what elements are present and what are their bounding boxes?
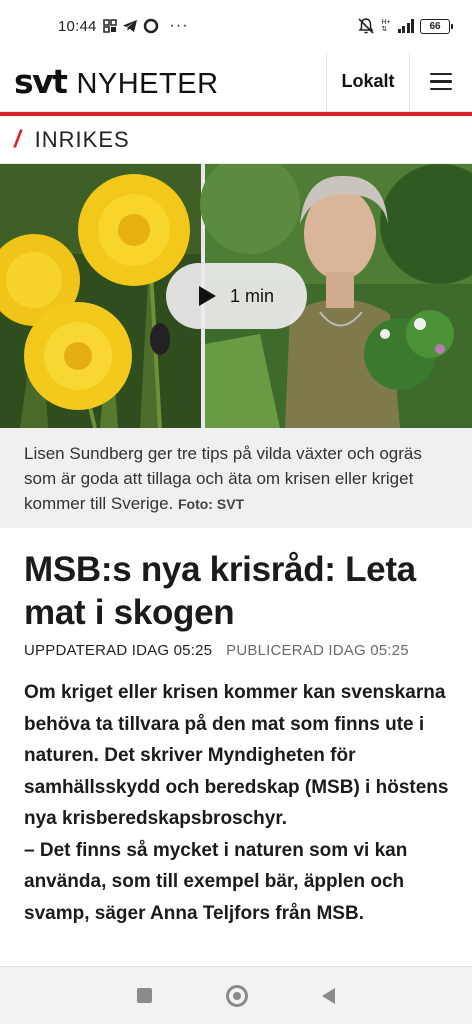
published-timestamp: PUBLICERAD IDAG 05:25 — [226, 642, 409, 659]
status-time: 10:44 — [58, 17, 97, 35]
system-nav-bar — [0, 966, 472, 1024]
logo-section: NYHETER — [76, 68, 219, 100]
dandelion-flower-3 — [24, 302, 132, 410]
battery-icon: 66 — [420, 18, 453, 34]
square-nav-icon[interactable] — [137, 988, 152, 1003]
mute-bell-icon — [358, 18, 374, 34]
more-dots-icon: ··· — [169, 17, 189, 34]
photo-credit: Foto: SVT — [177, 496, 245, 512]
lead-quote: – Det finns så mycket i naturen som vi k… — [24, 839, 408, 924]
dandelion-flower-1 — [78, 174, 190, 286]
image-caption: Lisen Sundberg ger tre tips på vilda väx… — [0, 428, 472, 528]
signal-icon — [397, 19, 414, 33]
article-headline: MSB:s nya krisråd: Leta mat i skogen — [24, 550, 416, 632]
svt-nyheter-logo[interactable]: svt NYHETER — [0, 62, 326, 101]
status-bar: 10:44 ··· H+ ⇅ 66 — [0, 0, 472, 52]
updated-timestamp: UPPDATERAD IDAG 05:25 — [24, 642, 213, 659]
telegram-icon — [122, 20, 137, 32]
play-video-button[interactable]: 1 min — [166, 263, 307, 329]
site-header: svt NYHETER Lokalt — [0, 51, 472, 112]
article-meta: UPPDATERAD IDAG 05:25 PUBLICERAD IDAG 05… — [24, 642, 409, 659]
grid-app-icon — [102, 19, 117, 33]
section-header[interactable]: / INRIKES — [0, 116, 472, 164]
video-duration: 1 min — [229, 285, 274, 306]
section-title: INRIKES — [34, 126, 130, 152]
menu-button[interactable] — [410, 52, 472, 112]
network-type-icon: H+ ⇅ — [381, 19, 391, 33]
back-triangle-icon[interactable] — [322, 987, 335, 1004]
record-icon — [143, 18, 158, 34]
article-lead: Om kriget eller krisen kommer kan svensk… — [24, 677, 454, 929]
lead-paragraph: Om kriget eller krisen kommer kan svensk… — [24, 682, 449, 829]
home-circle-icon[interactable] — [226, 984, 248, 1007]
section-slash-icon: / — [14, 125, 21, 153]
hamburger-icon — [430, 73, 452, 90]
play-icon — [198, 286, 216, 306]
logo-brand: svt — [14, 62, 68, 101]
lokalt-button[interactable]: Lokalt — [326, 51, 410, 112]
